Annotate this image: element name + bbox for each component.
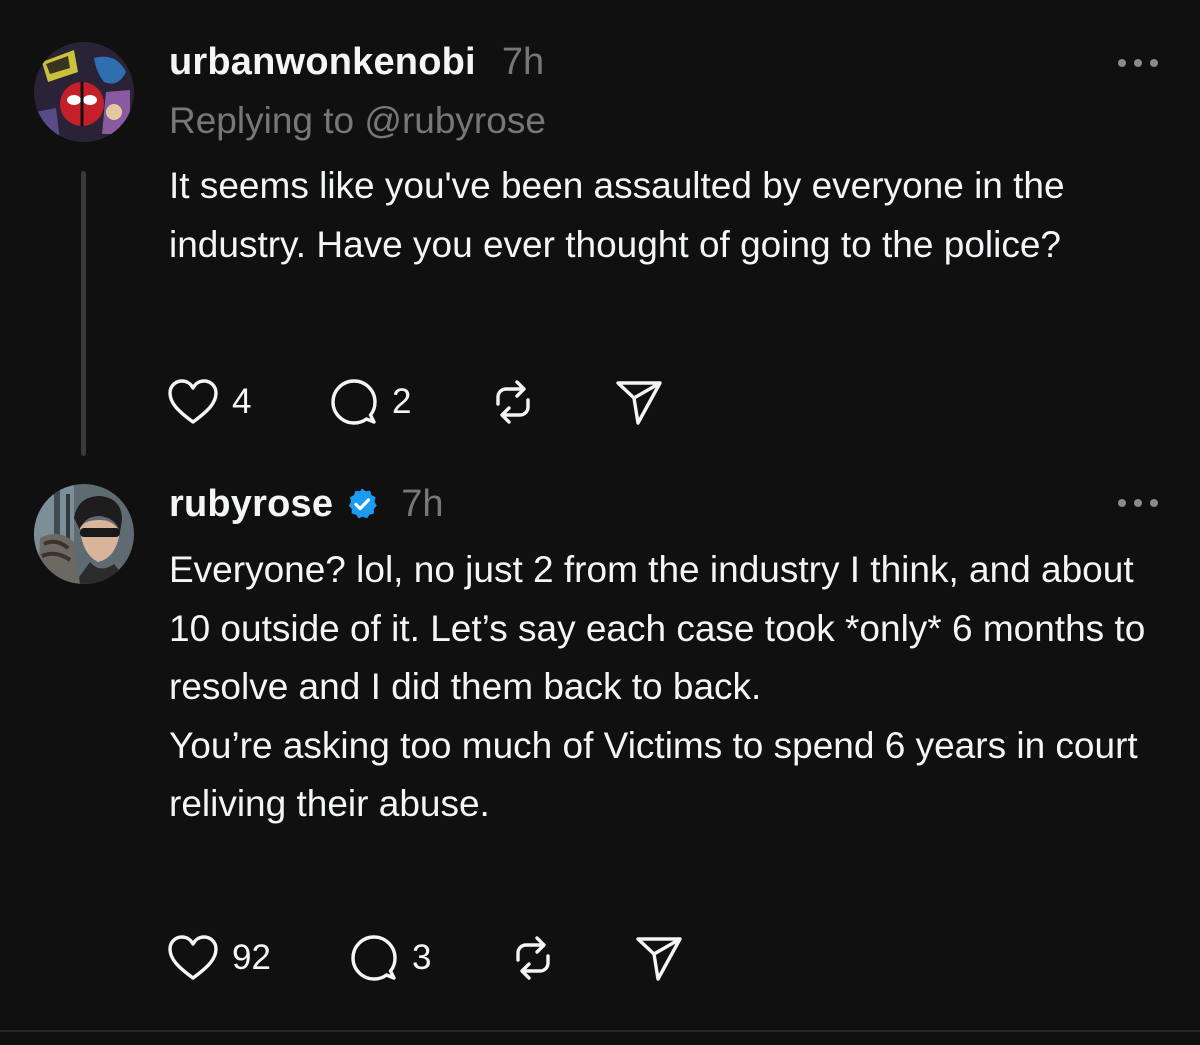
repost-icon — [506, 933, 560, 983]
post-body: It seems like you've been assaulted by e… — [169, 157, 1169, 274]
more-horizontal-icon — [1118, 499, 1126, 507]
avatar-image — [34, 42, 134, 142]
post-paragraph: You’re asking too much of Victims to spe… — [169, 724, 1138, 825]
thread-connector-line — [81, 171, 86, 456]
post-header: urbanwonkenobi 7h — [169, 38, 544, 86]
post-rubyrose: rubyrose 7h Everyone? lol, no just 2 fro… — [0, 470, 1200, 1030]
post-paragraph: It seems like you've been assaulted by e… — [169, 165, 1065, 265]
share-button[interactable] — [612, 377, 666, 427]
send-icon — [612, 377, 666, 427]
more-options-button[interactable] — [1118, 497, 1158, 509]
comment-bubble-icon — [326, 377, 380, 427]
post-urbanwonkenobi: urbanwonkenobi 7h Replying to @rubyrose … — [0, 0, 1200, 470]
repost-icon — [486, 377, 540, 427]
repost-button[interactable] — [506, 933, 632, 983]
repost-button[interactable] — [486, 377, 612, 427]
reply-count: 3 — [412, 938, 432, 977]
replying-to-label[interactable]: Replying to @rubyrose — [169, 100, 546, 142]
reply-button[interactable]: 3 — [346, 933, 506, 983]
timestamp[interactable]: 7h — [502, 41, 544, 84]
post-header: rubyrose 7h — [169, 480, 444, 528]
timestamp[interactable]: 7h — [401, 483, 443, 526]
username[interactable]: rubyrose — [169, 483, 333, 526]
like-count: 92 — [232, 938, 271, 977]
username[interactable]: urbanwonkenobi — [169, 41, 476, 84]
like-button[interactable]: 4 — [166, 377, 326, 427]
heart-icon — [166, 377, 220, 427]
reply-button[interactable]: 2 — [326, 377, 486, 427]
more-horizontal-icon — [1118, 59, 1126, 67]
like-count: 4 — [232, 382, 252, 421]
post-paragraph: Everyone? lol, no just 2 from the indust… — [169, 549, 1146, 707]
reply-count: 2 — [392, 382, 412, 421]
avatar-urbanwonkenobi[interactable] — [34, 42, 134, 142]
avatar-rubyrose[interactable] — [34, 484, 134, 584]
action-bar: 92 3 — [166, 933, 686, 983]
heart-icon — [166, 933, 220, 983]
verified-badge-icon — [345, 487, 379, 521]
like-button[interactable]: 92 — [166, 933, 346, 983]
send-icon — [632, 933, 686, 983]
avatar-image — [34, 484, 134, 584]
more-options-button[interactable] — [1118, 57, 1158, 69]
share-button[interactable] — [632, 933, 686, 983]
post-divider — [0, 1030, 1200, 1032]
comment-bubble-icon — [346, 933, 400, 983]
post-body: Everyone? lol, no just 2 from the indust… — [169, 541, 1169, 834]
action-bar: 4 2 — [166, 377, 666, 427]
